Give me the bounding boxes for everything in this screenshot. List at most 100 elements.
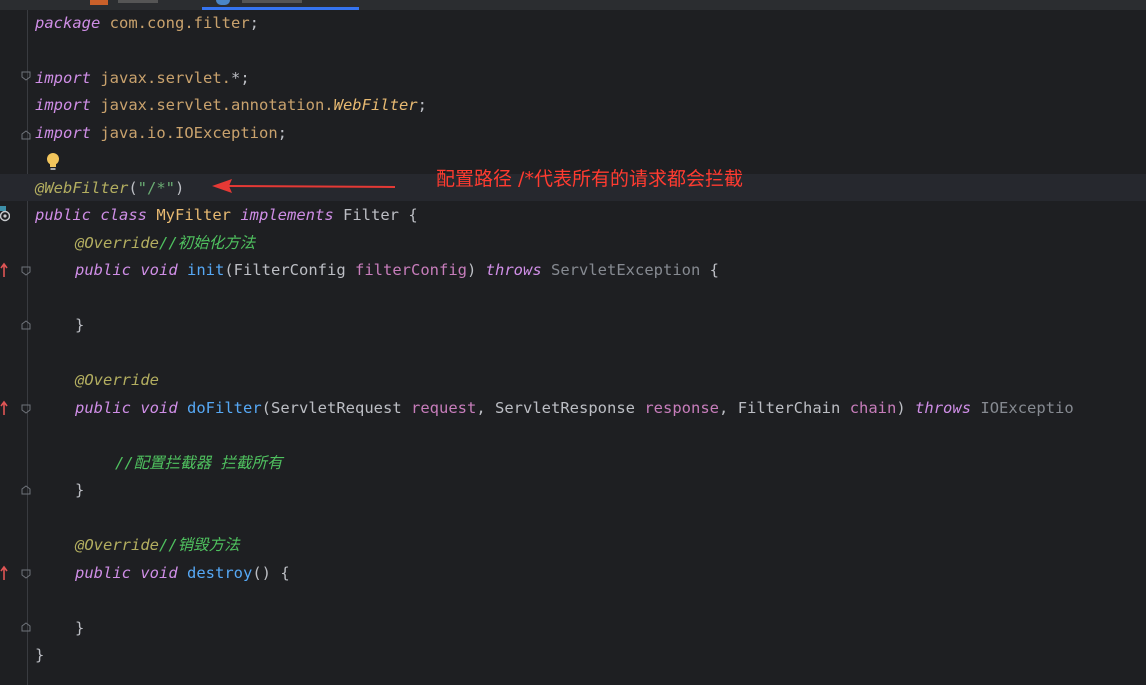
code-line-10[interactable]: public void init(FilterConfig filterConf… bbox=[75, 257, 719, 284]
override-arrow-icon[interactable] bbox=[0, 565, 8, 581]
code-line-21[interactable]: public void destroy() { bbox=[75, 560, 290, 587]
punct: ; bbox=[417, 96, 427, 114]
class-name: MyFilter bbox=[156, 206, 231, 224]
editor-tab-strip bbox=[0, 0, 1146, 10]
punct: { bbox=[408, 206, 418, 224]
exception-type: IOExceptio bbox=[980, 399, 1074, 417]
punct: } bbox=[75, 481, 85, 499]
annotation: @Override bbox=[75, 536, 159, 554]
type-name: ServletRequest bbox=[271, 399, 402, 417]
punct: ) bbox=[466, 261, 477, 279]
punct: , bbox=[476, 399, 486, 417]
parameter: request bbox=[411, 399, 477, 417]
annotation: @Override bbox=[75, 371, 159, 389]
override-arrow-icon[interactable] bbox=[0, 262, 8, 278]
code-line-18[interactable]: } bbox=[75, 477, 84, 504]
keyword: public void bbox=[75, 564, 178, 582]
annotation: @Override bbox=[75, 234, 159, 252]
fold-icon[interactable] bbox=[21, 569, 31, 579]
annotation-arrow bbox=[210, 176, 400, 196]
type-name: ServletResponse bbox=[495, 399, 635, 417]
punct: { bbox=[709, 261, 720, 279]
punct: ; bbox=[277, 124, 287, 142]
punct: } bbox=[35, 646, 45, 664]
keyword: import bbox=[35, 96, 91, 114]
fold-icon[interactable] bbox=[21, 622, 31, 632]
punct: } bbox=[75, 619, 85, 637]
package-name: com.cong.filter bbox=[109, 14, 250, 32]
code-line-7[interactable]: @WebFilter("/*") bbox=[35, 175, 184, 202]
code-line-23[interactable]: } bbox=[75, 615, 84, 642]
method-name: init bbox=[187, 261, 225, 279]
fold-icon[interactable] bbox=[21, 404, 31, 414]
punct: { bbox=[280, 564, 290, 582]
override-arrow-icon[interactable] bbox=[0, 400, 8, 416]
punct: *; bbox=[231, 69, 250, 87]
tab-label bbox=[242, 0, 302, 3]
import-path: javax.servlet.annotation. bbox=[100, 96, 334, 114]
keyword: implements bbox=[240, 206, 334, 224]
keyword: import bbox=[35, 69, 91, 87]
fold-icon[interactable] bbox=[21, 130, 31, 140]
punct: , bbox=[719, 399, 729, 417]
code-line-1[interactable]: package com.cong.filter; bbox=[35, 10, 259, 37]
code-line-9[interactable]: @Override//初始化方法 bbox=[75, 230, 255, 257]
code-line-14[interactable]: @Override bbox=[75, 367, 159, 394]
tab-label bbox=[118, 0, 158, 3]
annotation: @WebFilter bbox=[35, 179, 129, 197]
keyword: public class bbox=[35, 206, 147, 224]
code-line-17[interactable]: //配置拦截器 拦截所有 bbox=[115, 450, 283, 477]
keyword: package bbox=[35, 14, 101, 32]
fold-icon[interactable] bbox=[21, 71, 31, 81]
code-line-3[interactable]: import javax.servlet.*; bbox=[35, 65, 250, 92]
import-path: javax.servlet. bbox=[100, 69, 231, 87]
editor-tab-active[interactable] bbox=[202, 0, 359, 10]
keyword: throws bbox=[485, 261, 542, 279]
code-line-8[interactable]: public class MyFilter implements Filter … bbox=[35, 202, 418, 229]
comment: //初始化方法 bbox=[159, 234, 256, 252]
class-icon[interactable] bbox=[0, 206, 11, 222]
gutter-divider bbox=[27, 10, 28, 685]
parameter: chain bbox=[849, 399, 897, 417]
parameter: response bbox=[644, 399, 719, 417]
punct: } bbox=[75, 316, 85, 334]
parameter: filterConfig bbox=[355, 261, 467, 279]
keyword: public void bbox=[75, 399, 178, 417]
method-name: destroy bbox=[187, 564, 253, 582]
punct: ; bbox=[249, 14, 259, 32]
type-name: FilterChain bbox=[737, 399, 841, 417]
code-line-20[interactable]: @Override//销毁方法 bbox=[75, 532, 240, 559]
punct: ) bbox=[896, 399, 906, 417]
import-path: java.io. bbox=[100, 124, 175, 142]
punct: ( bbox=[261, 399, 271, 417]
punct: ) bbox=[175, 179, 185, 197]
keyword: throws bbox=[915, 399, 972, 417]
code-line-5[interactable]: import java.io.IOException; bbox=[35, 120, 287, 147]
code-line-24[interactable]: } bbox=[35, 642, 44, 669]
interface-name: Filter bbox=[343, 206, 399, 224]
annotation-note: 配置路径 /*代表所有的请求都会拦截 bbox=[436, 168, 743, 190]
comment: //销毁方法 bbox=[159, 536, 240, 554]
method-name: doFilter bbox=[187, 399, 262, 417]
editor-tab[interactable] bbox=[88, 0, 198, 10]
fold-icon[interactable] bbox=[21, 485, 31, 495]
keyword: public void bbox=[75, 261, 178, 279]
comment: //配置拦截器 拦截所有 bbox=[115, 454, 283, 472]
code-line-15[interactable]: public void doFilter(ServletRequest requ… bbox=[75, 395, 1074, 422]
keyword: import bbox=[35, 124, 91, 142]
type-name: FilterConfig bbox=[233, 261, 346, 279]
exception-type: ServletException bbox=[551, 261, 701, 279]
lightbulb-icon[interactable] bbox=[45, 152, 61, 172]
fold-icon[interactable] bbox=[21, 266, 31, 276]
fold-icon[interactable] bbox=[21, 320, 31, 330]
code-editor[interactable]: package com.cong.filter; import javax.se… bbox=[0, 10, 1146, 685]
code-line-4[interactable]: import javax.servlet.annotation.WebFilte… bbox=[35, 92, 427, 119]
import-class: WebFilter bbox=[333, 96, 418, 114]
punct: ( bbox=[224, 261, 234, 279]
code-line-12[interactable]: } bbox=[75, 312, 84, 339]
class-file-icon bbox=[216, 0, 230, 5]
string-literal: "/*" bbox=[137, 179, 175, 197]
import-class: IOException bbox=[175, 124, 278, 142]
punct: () bbox=[252, 564, 271, 582]
file-icon bbox=[90, 0, 108, 5]
